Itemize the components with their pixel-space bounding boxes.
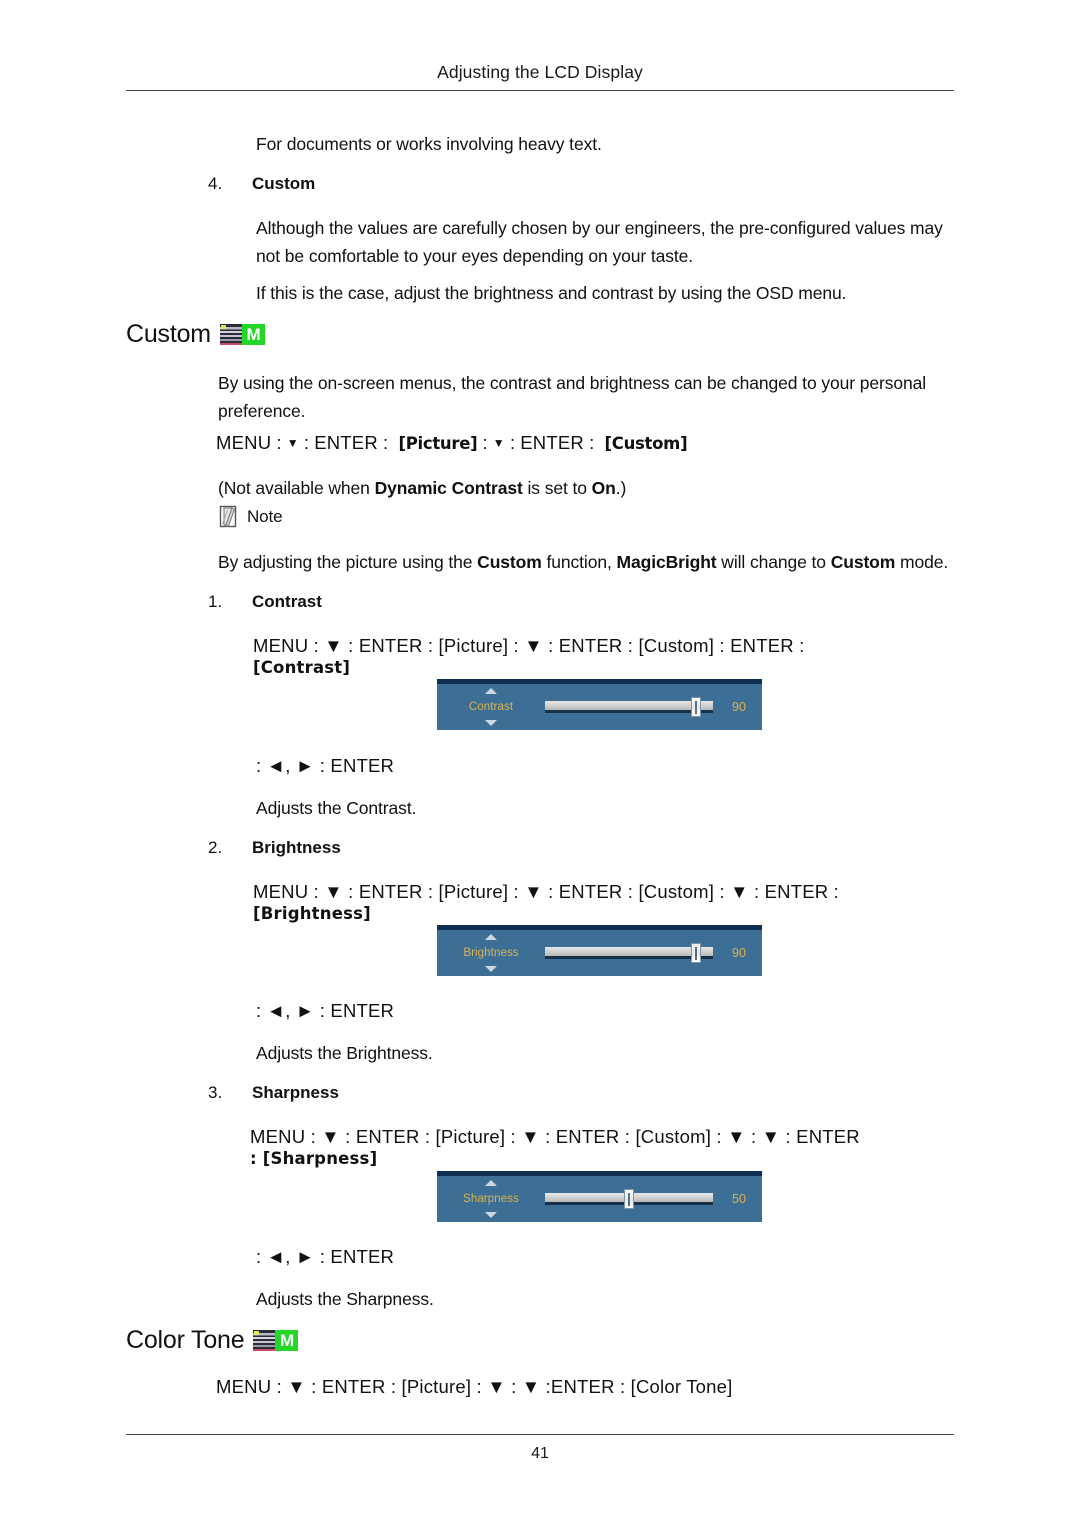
list-item-2-label: Brightness — [252, 838, 341, 857]
osd-slider-brightness[interactable]: Brightness 90 — [437, 925, 762, 976]
brightness-description: Adjusts the Brightness. — [256, 1043, 433, 1063]
osd-up-arrow-icon[interactable] — [485, 688, 497, 694]
osd-down-arrow-icon[interactable] — [485, 966, 497, 972]
magicbright-badge-icon-2: M — [253, 1330, 299, 1351]
section-heading-custom: Custom M — [126, 320, 265, 349]
magicbright-badge-icon: M — [219, 324, 265, 345]
availability-suffix: .) — [615, 478, 627, 498]
note-text-mid-2: will change to — [716, 552, 831, 572]
availability-middle: is set to — [522, 478, 592, 498]
osd-sharpness-value: 50 — [732, 1192, 746, 1206]
osd-down-arrow-icon[interactable] — [485, 720, 497, 726]
custom-description: By using the on-screen menus, the contra… — [218, 373, 927, 421]
menu-label: MENU — [216, 432, 272, 453]
list-item-4-paragraph-1: Although the values are carefully chosen… — [256, 218, 943, 266]
availability-bold-dynamic-contrast: Dynamic Contrast — [374, 478, 523, 498]
list-item-2-index: 2. — [208, 838, 223, 857]
color-tone-menu-path: MENU : ▼ : ENTER : [Picture] : ▼ : ▼ :EN… — [216, 1376, 733, 1397]
osd-brightness-value: 90 — [732, 946, 746, 960]
note-pencil-icon — [218, 505, 240, 529]
list-item-1-label: Contrast — [252, 592, 322, 611]
arrow-down-icon-2: ▼ — [492, 436, 505, 450]
osd-contrast-value: 90 — [732, 700, 746, 714]
brightness-adjust-keys: : ◄, ► : ENTER — [256, 1000, 395, 1021]
osd-sharpness-handle[interactable] — [624, 1189, 634, 1209]
osd-brightness-handle[interactable] — [691, 943, 702, 963]
sharpness-adjust-keys: : ◄, ► : ENTER — [256, 1246, 395, 1267]
note-bold-custom-2: Custom — [830, 552, 896, 572]
osd-contrast-track-wrap[interactable] — [545, 684, 716, 730]
availability-bold-on: On — [591, 478, 616, 498]
document-page: Adjusting the LCD Display For documents … — [0, 0, 1080, 1527]
contrast-adjust-keys: : ◄, ► : ENTER — [256, 755, 395, 776]
custom-availability-note: (Not available when Dynamic Contrast is … — [218, 474, 958, 502]
footer-divider — [126, 1434, 954, 1435]
osd-contrast-label: Contrast — [468, 701, 514, 713]
osd-up-arrow-icon[interactable] — [485, 1180, 497, 1186]
list-item-4-index: 4. — [208, 174, 223, 193]
badge-thumbnail-icon — [219, 324, 242, 345]
list-item-3-sharpness: 3. Sharpness — [208, 1083, 608, 1107]
section-heading-color-tone-text: Color Tone — [126, 1326, 245, 1354]
sharpness-description: Adjusts the Sharpness. — [256, 1289, 434, 1309]
list-item-1-index: 1. — [208, 592, 223, 611]
note-text-mid-1: function, — [541, 552, 617, 572]
osd-down-arrow-icon[interactable] — [485, 1212, 497, 1218]
note-row: Note — [218, 505, 283, 529]
osd-slider-contrast[interactable]: Contrast 90 — [437, 679, 762, 730]
list-item-4-paragraph-2: If this is the case, adjust the brightne… — [256, 283, 847, 303]
note-text-prefix: By adjusting the picture using the — [218, 552, 478, 572]
list-item-4: 4. Custom — [208, 174, 608, 198]
enter-label-1: ENTER — [314, 432, 378, 453]
note-text-suffix: mode. — [895, 552, 949, 572]
list-item-2-brightness: 2. Brightness — [208, 838, 608, 862]
badge-m-letter-2: M — [275, 1330, 299, 1351]
osd-brightness-track[interactable] — [545, 943, 713, 963]
page-number: 41 — [531, 1445, 549, 1462]
osd-sharpness-track[interactable] — [545, 1189, 713, 1209]
badge-m-letter: M — [241, 324, 265, 345]
arrow-down-icon: ▼ — [286, 436, 299, 450]
note-label: Note — [247, 507, 283, 526]
osd-sharpness-label: Sharpness — [463, 1193, 519, 1205]
page-header-title: Adjusting the LCD Display — [437, 62, 643, 82]
osd-brightness-label: Brightness — [463, 947, 519, 959]
custom-menu-path: MENU : ▼ : ENTER : [Picture] : ▼ : ENTER… — [216, 432, 688, 453]
list-item-3-index: 3. — [208, 1083, 223, 1102]
osd-brightness-track-wrap[interactable] — [545, 930, 716, 976]
osd-contrast-label-area: Contrast — [437, 684, 545, 730]
osd-contrast-track[interactable] — [545, 697, 713, 717]
note-bold-custom-1: Custom — [477, 552, 542, 572]
osd-sharpness-track-wrap[interactable] — [545, 1176, 716, 1222]
osd-brightness-label-area: Brightness — [437, 930, 545, 976]
osd-contrast-handle[interactable] — [691, 697, 702, 717]
badge-thumbnail-icon-2 — [253, 1330, 276, 1351]
note-bold-magicbright: MagicBright — [616, 552, 717, 572]
header-divider — [126, 90, 954, 91]
token-picture: [Picture] — [398, 434, 478, 453]
list-item-1-contrast: 1. Contrast — [208, 592, 608, 616]
list-item-4-label: Custom — [252, 174, 316, 193]
note-text: By adjusting the picture using the Custo… — [218, 548, 963, 576]
section-heading-color-tone: Color Tone M — [126, 1326, 299, 1355]
list-item-3-label: Sharpness — [252, 1083, 339, 1102]
osd-sharpness-label-area: Sharpness — [437, 1176, 545, 1222]
intro-paragraph: For documents or works involving heavy t… — [256, 134, 602, 154]
contrast-description: Adjusts the Contrast. — [256, 798, 417, 818]
token-custom: [Custom] — [604, 434, 688, 453]
sharpness-menu-path-line2: : [Sharpness] — [250, 1149, 378, 1168]
enter-label-2: ENTER — [520, 432, 584, 453]
osd-slider-sharpness[interactable]: Sharpness 50 — [437, 1171, 762, 1222]
section-heading-custom-text: Custom — [126, 320, 211, 348]
availability-prefix: (Not available when — [218, 478, 375, 498]
osd-up-arrow-icon[interactable] — [485, 934, 497, 940]
